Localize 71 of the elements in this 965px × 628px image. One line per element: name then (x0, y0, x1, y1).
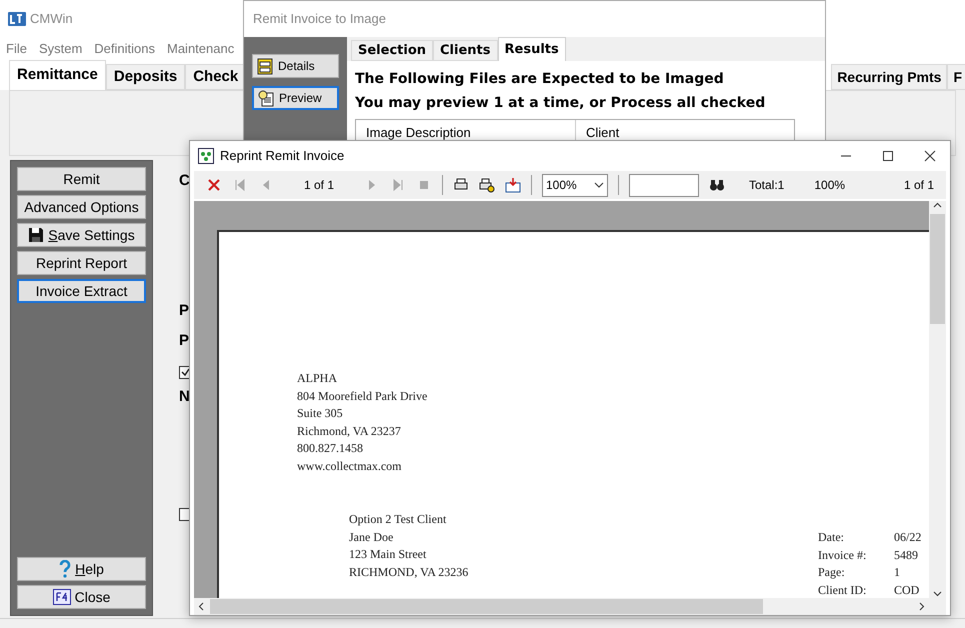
recipient-line: RICHMOND, VA 23236 (349, 564, 468, 580)
app-icon (198, 148, 214, 164)
sender-line: ALPHA (297, 370, 338, 387)
results-heading: The Following Files are Expected to be Imaged (355, 70, 725, 89)
side-button[interactable]: Details (252, 54, 339, 78)
page-readout: 1 of 1 (904, 177, 934, 194)
form-label: P (179, 331, 190, 351)
detail-value: 5489 (894, 546, 919, 564)
sidebar-button[interactable]: Invoice Extract (17, 279, 146, 303)
detail-label: Page: (818, 564, 846, 581)
detail-label: Invoice #: (818, 546, 868, 564)
detail-label: Client ID: (818, 582, 868, 598)
side-button[interactable]: Preview (252, 86, 339, 110)
detail-value: 06/22 (894, 529, 922, 546)
key-icon (52, 589, 71, 605)
sender-line: Suite 305 (297, 405, 344, 422)
chevron-down-icon (594, 182, 604, 188)
tab[interactable]: Deposits (106, 64, 186, 90)
zoom-dropdown[interactable]: 100% (542, 174, 608, 196)
tab[interactable]: Selection (351, 40, 434, 61)
recipient-line: 123 Main Street (349, 546, 428, 563)
sidebar-button[interactable]: Help (17, 557, 146, 581)
tab[interactable]: F (947, 64, 965, 90)
recipient-line: Option 2 Test Client (349, 511, 448, 528)
file-cabinet-icon (256, 57, 274, 75)
window-title: CMWin (30, 10, 73, 28)
dialog-title: Remit Invoice to Image (253, 10, 386, 28)
form-label: C (179, 171, 190, 191)
detail-value: 1 (894, 564, 901, 581)
scroll-up-icon[interactable] (933, 201, 942, 210)
maximize-icon[interactable] (882, 150, 894, 162)
sidebar-button[interactable]: Reprint Report (17, 251, 146, 275)
zoom-readout: 100% (814, 177, 846, 194)
window-title: Reprint Remit Invoice (220, 147, 344, 166)
question-mark-icon (59, 560, 72, 578)
sender-line: www.collectmax.com (297, 458, 403, 474)
recipient-line: Jane Doe (349, 528, 394, 546)
menu-item[interactable]: Definitions (94, 39, 155, 59)
menu-item[interactable]: File (6, 39, 27, 59)
document-magnifier-icon (257, 89, 275, 107)
app-logo-icon (8, 12, 26, 26)
search-field[interactable] (629, 174, 699, 196)
tab[interactable]: Recurring Pmts (831, 64, 948, 90)
form-label: N (179, 387, 190, 407)
detail-label: Date: (818, 529, 845, 546)
tab[interactable]: Clients (433, 40, 498, 61)
tab[interactable]: Results (498, 37, 566, 61)
print-setup-icon[interactable] (479, 177, 495, 193)
form-label: P (179, 301, 190, 321)
sender-line: Richmond, VA 23237 (297, 422, 402, 440)
total-count: Total:1 (749, 177, 784, 194)
scrollbar-thumb[interactable] (930, 214, 945, 324)
sender-line: 800.827.1458 (297, 440, 364, 457)
page-indicator: 1 of 1 (302, 177, 336, 194)
menu-item[interactable]: System (38, 39, 82, 59)
sender-line: 804 Moorefield Park Drive (297, 388, 428, 404)
sidebar-button[interactable]: Advanced Options (17, 195, 146, 219)
results-heading: You may preview 1 at a time, or Process all checked (355, 94, 766, 113)
vertical-scrollbar[interactable] (929, 201, 946, 598)
sidebar-button[interactable]: Save Settings (17, 223, 146, 247)
close-icon[interactable] (924, 150, 936, 162)
scroll-down-icon[interactable] (933, 589, 942, 598)
sidebar-button[interactable]: Close (17, 585, 146, 609)
column-header: Client (585, 124, 620, 140)
menu-item[interactable]: Maintenanc (167, 39, 234, 59)
binoculars-icon[interactable] (709, 177, 725, 193)
sidebar-button[interactable]: Remit (17, 167, 146, 191)
tab[interactable]: Remittance (9, 60, 106, 90)
detail-value: COD (894, 582, 920, 598)
horizontal-scrollbar[interactable] (194, 598, 946, 615)
scrollbar-thumb[interactable] (210, 599, 763, 614)
